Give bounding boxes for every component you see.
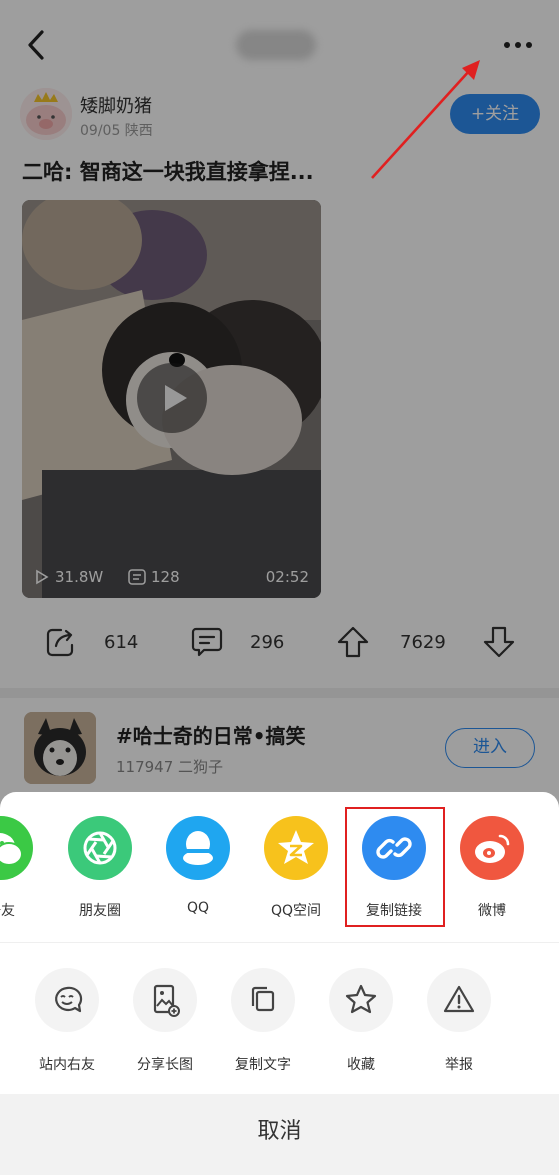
long-image-icon	[133, 968, 197, 1032]
cancel-button[interactable]: 取消	[0, 1094, 559, 1170]
share-label: 微博	[478, 903, 506, 919]
warning-icon	[427, 968, 491, 1032]
share-weibo[interactable]: 微博	[447, 816, 537, 920]
share-label: 朋友圈	[79, 903, 121, 919]
share-qq[interactable]: QQ	[153, 816, 243, 916]
tool-label: 举报	[445, 1057, 473, 1073]
smile-icon	[35, 968, 99, 1032]
share-label: QQ空间	[270, 903, 322, 919]
share-moments[interactable]: 朋友圈	[55, 816, 145, 920]
tool-label: 复制文字	[235, 1057, 291, 1073]
share-wechat-friend[interactable]: 好友	[0, 816, 46, 920]
tool-label: 站内右友	[39, 1057, 95, 1073]
copy-link-highlight-box	[345, 807, 445, 927]
share-long-image[interactable]: 分享长图	[116, 968, 214, 1074]
share-in-app-friend[interactable]: 站内右友	[18, 968, 116, 1074]
share-sheet: 好友 朋友圈	[0, 792, 559, 1175]
weibo-icon	[460, 816, 524, 880]
share-label: 好友	[0, 903, 15, 919]
qq-icon	[166, 816, 230, 880]
tools-row: 站内右友 分享长图 复制文字 收藏 举报	[0, 968, 559, 1078]
qzone-icon	[264, 816, 328, 880]
favorite-button[interactable]: 收藏	[312, 968, 410, 1074]
copy-text-button[interactable]: 复制文字	[214, 968, 312, 1074]
share-qzone[interactable]: QQ空间	[251, 816, 341, 920]
cancel-bar: 取消	[0, 1094, 559, 1175]
copy-icon	[231, 968, 295, 1032]
share-targets-row: 好友 朋友圈	[0, 816, 559, 926]
moments-icon	[68, 816, 132, 880]
report-button[interactable]: 举报	[410, 968, 508, 1074]
share-label: QQ	[186, 900, 210, 916]
wechat-icon	[0, 816, 33, 880]
sheet-divider	[0, 942, 559, 943]
tool-label: 分享长图	[137, 1057, 193, 1073]
tool-label: 收藏	[347, 1057, 375, 1073]
star-icon	[329, 968, 393, 1032]
